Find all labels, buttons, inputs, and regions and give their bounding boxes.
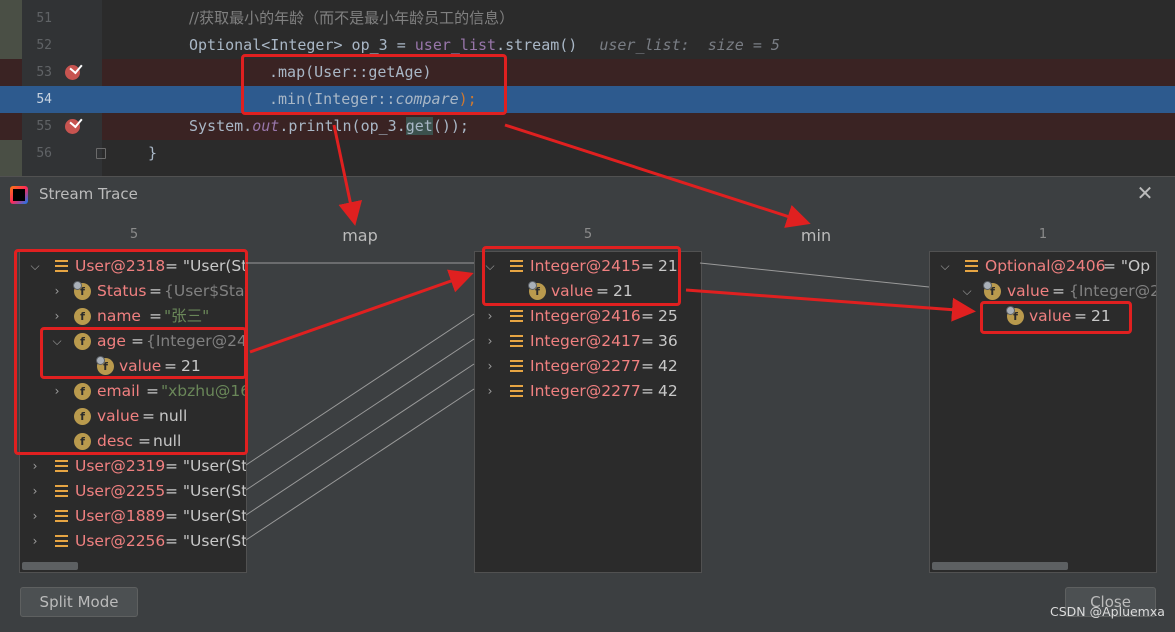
tree-row[interactable]: › Integer@2277 = 42 <box>475 354 701 379</box>
inline-debug-hint: user_list: size = 5 <box>599 36 780 54</box>
code-token: .println(op_3. <box>279 117 406 135</box>
tree-item-name: User@2255 <box>75 482 166 500</box>
code-line-53[interactable]: 53 .map(User::getAge) <box>0 59 1175 86</box>
left-count: 5 <box>129 227 139 242</box>
code-line-56[interactable]: 56 } <box>0 140 1175 167</box>
equals-sign: = <box>641 332 654 350</box>
tree-row[interactable]: ⌵ Optional@2406 = "Op <box>930 254 1156 279</box>
intellij-icon <box>10 186 28 204</box>
object-icon <box>510 385 523 397</box>
field-icon: f <box>983 281 1001 300</box>
chevron-right-icon[interactable]: › <box>28 529 42 554</box>
annotation-box-right <box>980 301 1132 334</box>
tree-row[interactable]: › User@1889 = "User(St <box>20 504 247 529</box>
line-number: 51 <box>36 11 52 26</box>
tree-row[interactable]: › Integer@2277 = 42 <box>475 379 701 404</box>
tree-item-value: 25 <box>658 307 678 325</box>
chevron-right-icon[interactable]: › <box>28 504 42 529</box>
tree-item-name: User@2319 <box>75 457 166 475</box>
code-text: System.out.println(op_3.get()); <box>189 113 469 140</box>
code-text: } <box>148 144 158 162</box>
middle-count: 5 <box>583 227 593 242</box>
code-line-54[interactable]: 54 .min(Integer::compare); <box>0 86 1175 113</box>
tree-item-name: Integer@2277 <box>530 357 641 375</box>
code-token: get <box>405 117 433 135</box>
dialog-header: Stream Trace ✕ <box>0 177 1175 213</box>
tree-row[interactable]: › User@2255 = "User(St <box>20 479 247 504</box>
code-comment: //获取最小的年龄（而不是最小年龄员工的信息） <box>189 9 515 27</box>
object-icon <box>965 260 978 272</box>
chevron-right-icon[interactable]: › <box>483 354 497 379</box>
object-icon <box>55 460 68 472</box>
chevron-right-icon[interactable]: › <box>483 379 497 404</box>
code-token: Optional<Integer> op_3 = <box>189 36 415 54</box>
chevron-down-icon[interactable]: ⌵ <box>938 254 952 279</box>
breakpoint-icon[interactable] <box>65 119 80 134</box>
object-icon <box>55 485 68 497</box>
chevron-right-icon[interactable]: › <box>483 304 497 329</box>
equals-sign: = <box>641 357 654 375</box>
code-token: System. <box>189 117 253 135</box>
code-token: .stream() <box>496 36 578 54</box>
line-number: 55 <box>36 119 52 134</box>
line-number: 53 <box>36 65 52 80</box>
tree-row[interactable]: › User@2256 = "User(St <box>20 529 247 554</box>
tree-item-name: User@2256 <box>75 532 166 550</box>
equals-sign: = <box>641 382 654 400</box>
horizontal-scrollbar[interactable] <box>22 562 78 570</box>
tree-item-name: Integer@2277 <box>530 382 641 400</box>
dialog-title: Stream Trace <box>39 185 138 203</box>
code-line-52[interactable]: 52 Optional<Integer> op_3 = user_list.st… <box>0 32 1175 59</box>
object-icon <box>510 310 523 322</box>
operation-map: map <box>342 226 378 245</box>
annotation-box-middle <box>482 246 681 306</box>
equals-sign: = <box>641 307 654 325</box>
chevron-right-icon[interactable]: › <box>28 454 42 479</box>
annotation-box-age <box>40 327 247 379</box>
code-editor[interactable]: 51 //获取最小的年龄（而不是最小年龄员工的信息） 52 Optional<I… <box>0 0 1175 176</box>
code-line-55[interactable]: 55 System.out.println(op_3.get()); <box>0 113 1175 140</box>
tree-item-value: 42 <box>658 382 678 400</box>
tree-item-name: Optional@2406 <box>985 257 1106 275</box>
tree-item-value: 36 <box>658 332 678 350</box>
tree-item-value: = "User(St <box>165 457 247 475</box>
object-icon <box>510 360 523 372</box>
code-token: ()); <box>432 117 469 135</box>
tree-row[interactable]: › Integer@2416 = 25 <box>475 304 701 329</box>
line-number: 52 <box>36 38 52 53</box>
chevron-right-icon[interactable]: › <box>28 479 42 504</box>
tree-item-name: User@1889 <box>75 507 166 525</box>
tree-item-name: Integer@2416 <box>530 307 641 325</box>
breakpoint-icon[interactable] <box>65 65 80 80</box>
right-count: 1 <box>1038 227 1048 242</box>
tree-row[interactable]: › Integer@2417 = 36 <box>475 329 701 354</box>
tree-item-value: = "User(St <box>165 532 247 550</box>
tree-item-value: 42 <box>658 357 678 375</box>
stream-trace-dialog: Stream Trace ✕ 5 map 5 min 1 ⌵ User@2318… <box>0 176 1175 632</box>
tree-item-value: = "User(St <box>165 482 247 500</box>
chevron-right-icon[interactable]: › <box>483 329 497 354</box>
annotation-box-code <box>241 54 507 115</box>
line-number: 54 <box>36 92 52 107</box>
close-icon[interactable]: ✕ <box>1134 182 1156 204</box>
right-values-panel[interactable]: ⌵ Optional@2406 = "Op ⌵ f value = {Integ… <box>929 251 1157 573</box>
tree-row[interactable]: › User@2319 = "User(St <box>20 454 247 479</box>
split-mode-button[interactable]: Split Mode <box>20 587 138 617</box>
code-line-51[interactable]: 51 //获取最小的年龄（而不是最小年龄员工的信息） <box>0 5 1175 32</box>
object-icon <box>55 510 68 522</box>
tree-item-value: = "User(St <box>165 507 247 525</box>
fold-icon[interactable] <box>96 148 106 159</box>
chevron-down-icon[interactable]: ⌵ <box>960 279 974 304</box>
watermark: CSDN @Apluemxa <box>1050 604 1165 619</box>
code-token: user_list <box>414 36 497 54</box>
tree-item-name: Integer@2417 <box>530 332 641 350</box>
operation-min: min <box>800 226 832 245</box>
horizontal-scrollbar[interactable] <box>932 562 1068 570</box>
code-token: out <box>252 117 280 135</box>
tree-item-value: = "Op <box>1103 257 1151 275</box>
line-number: 56 <box>36 146 52 161</box>
object-icon <box>55 535 68 547</box>
object-icon <box>510 335 523 347</box>
